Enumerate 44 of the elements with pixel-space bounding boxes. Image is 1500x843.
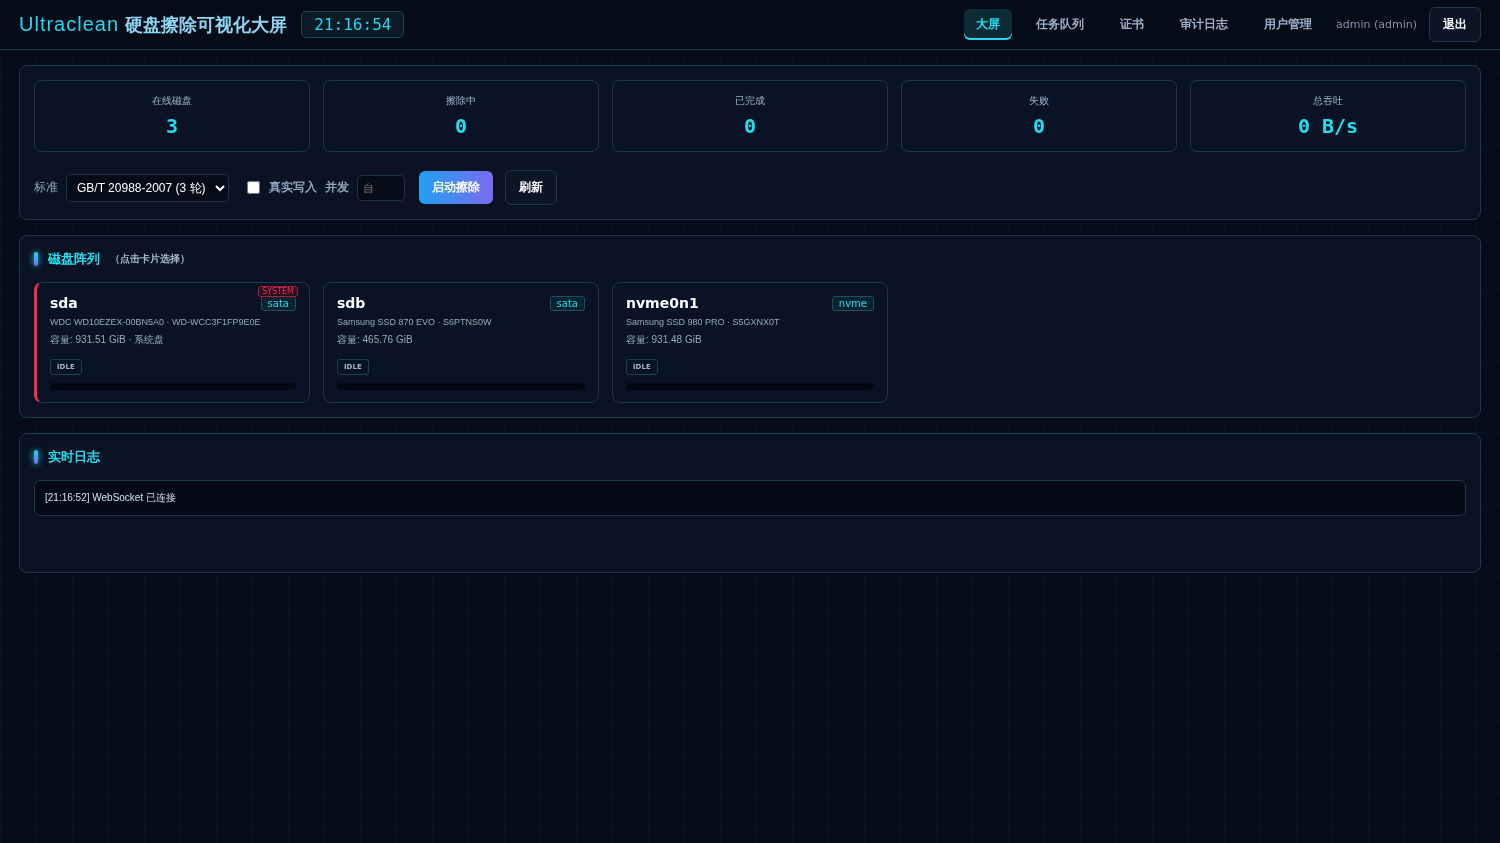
nav-tab[interactable]: 证书: [1108, 9, 1156, 40]
standard-select[interactable]: GB/T 20988-2007 (3 轮): [66, 173, 229, 202]
section-marker: [34, 450, 38, 464]
nav-tab[interactable]: 任务队列: [1024, 9, 1096, 40]
bus-tag: nvme: [831, 295, 874, 311]
nav-tab[interactable]: 审计日志: [1168, 9, 1240, 40]
stat-value: 0: [1032, 114, 1045, 138]
disk-name: sda: [50, 295, 78, 311]
disk-model: Samsung SSD 870 EVO · S6PTNS0W: [337, 317, 492, 327]
logout-button[interactable]: 退出: [1429, 7, 1481, 42]
real-write-checkbox[interactable]: [247, 181, 260, 194]
start-button[interactable]: 启动擦除: [419, 171, 493, 204]
stat-value: 3: [165, 114, 178, 138]
real-write-label: 真实写入: [269, 179, 317, 196]
user-label: admin (admin): [1336, 18, 1417, 31]
log-line: [21:16:52] WebSocket 已连接: [45, 491, 177, 505]
stat-value: 0 B/s: [1297, 114, 1359, 138]
disk-capacity: 容量: 931.48 GiB: [626, 333, 702, 347]
app-title: Ultraclean 硬盘擦除可视化大屏: [19, 12, 288, 37]
disk-capacity: 容量: 931.51 GiB · 系统盘: [50, 333, 165, 347]
stat-label: 已完成: [735, 94, 765, 108]
disk-model: WDC WD10EZEX-00BN5A0 · WD-WCC3F1FP9E0E: [50, 317, 261, 327]
stat-label: 失败: [1029, 94, 1049, 108]
stat-value: 0: [454, 114, 467, 138]
stat-value: 0: [743, 114, 756, 138]
nav-tab[interactable]: 大屏: [964, 9, 1012, 40]
disk-model: Samsung SSD 980 PRO · S5GXNX0T: [626, 317, 780, 327]
section-title: 磁盘阵列: [48, 250, 100, 268]
bus-tag: sata: [549, 295, 585, 311]
disk-name: sdb: [337, 295, 366, 311]
concurrency-label: 并发: [325, 179, 349, 196]
clock: 21:16:54: [301, 11, 405, 38]
section-hint: （点击卡片选择）: [110, 252, 190, 266]
concurrency-field[interactable]: 自: [357, 174, 405, 201]
nav-tab[interactable]: 用户管理: [1252, 9, 1324, 40]
section-marker: [34, 252, 38, 266]
disk-capacity: 容量: 465.76 GiB: [337, 333, 413, 347]
refresh-button[interactable]: 刷新: [505, 170, 557, 205]
stat-label: 擦除中: [446, 94, 476, 108]
section-title: 实时日志: [48, 448, 100, 466]
standard-label: 标准: [34, 179, 58, 196]
disk-name: nvme0n1: [626, 295, 699, 311]
stat-label: 在线磁盘: [152, 94, 192, 108]
stat-label: 总吞吐: [1313, 94, 1343, 108]
